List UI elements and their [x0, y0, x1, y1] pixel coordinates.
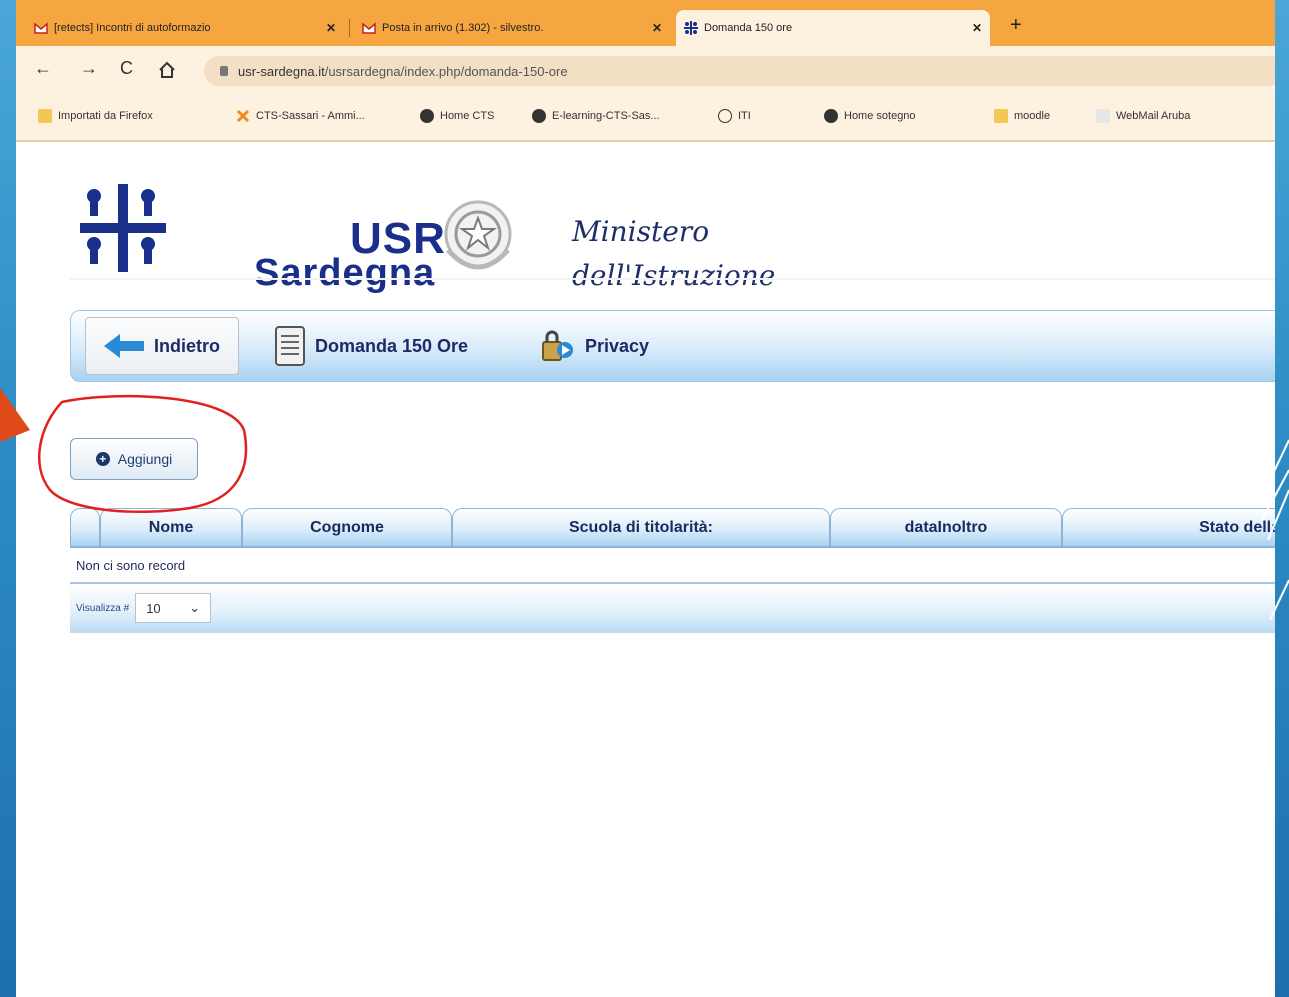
column-header-stato[interactable]: Stato della — [1062, 508, 1275, 546]
page-size-select[interactable]: 10 ⌄ — [135, 593, 212, 623]
url-host: usr-sardegna.it — [238, 63, 325, 79]
url-path: /usrsardegna/index.php/domanda-150-ore — [324, 63, 568, 79]
bookmark-label: Home CTS — [440, 110, 495, 122]
bookmark-label: moodle — [1014, 110, 1051, 122]
add-label: Aggiungi — [117, 451, 173, 467]
column-header-nome[interactable]: Nome — [100, 508, 242, 546]
page-size-value: 10 — [146, 600, 161, 616]
bookmark-moodle[interactable]: moodle — [994, 109, 1050, 123]
sardinia-cross-icon — [80, 184, 166, 272]
bookmark-label: CTS-Sassari - Ammi... — [256, 110, 365, 122]
ministry-line-2: dell'Istruzione — [572, 259, 776, 292]
header-divider — [70, 278, 1275, 280]
globe-icon — [824, 109, 838, 123]
forward-arrow-icon[interactable]: → — [80, 58, 98, 79]
bookmark-home-sotegno[interactable]: Home sotegno — [824, 109, 916, 123]
gmail-icon — [34, 22, 48, 34]
privacy-label: Privacy — [585, 335, 650, 356]
bookmark-label: E-learning-CTS-Sas... — [552, 110, 660, 122]
bookmark-label: Importati da Firefox — [58, 110, 153, 122]
grid-footer: Visualizza # 10 ⌄ — [70, 584, 1275, 633]
tab-label: Posta in arrivo (1.302) - silvestro. — [382, 22, 544, 34]
webmail-icon — [1096, 109, 1110, 123]
bookmark-label: WebMail Aruba — [1116, 110, 1191, 122]
document-icon — [275, 326, 305, 366]
page-content: USR Sardegna Ministero dell'Istruzione I… — [16, 142, 1275, 997]
page-size-label: Visualizza # — [76, 602, 130, 614]
column-header-cognome[interactable]: Cognome — [242, 508, 452, 546]
tab-posta[interactable]: Posta in arrivo (1.302) - silvestro. ✕ — [354, 10, 670, 46]
url-input[interactable]: usr-sardegna.it/usrsardegna/index.php/do… — [204, 56, 1275, 86]
add-button[interactable]: + Aggiungi — [70, 438, 198, 480]
ministry-name: Ministero dell'Istruzione — [572, 210, 775, 298]
lock-icon — [220, 66, 228, 76]
joomla-icon — [236, 109, 250, 123]
back-arrow-icon — [104, 334, 144, 358]
globe-icon — [532, 109, 546, 123]
tab-domanda[interactable]: Domanda 150 ore ✕ — [676, 10, 990, 46]
ministry-line-1: Ministero — [572, 215, 710, 248]
address-bar-row: ← → C usr-sardegna.it/usrsardegna/index.… — [16, 46, 1275, 96]
privacy-button[interactable]: Privacy — [539, 317, 649, 375]
home-icon[interactable] — [158, 61, 176, 79]
logo-sardegna-text: Sardegna — [254, 252, 436, 294]
bookmarks-bar: Importati da Firefox CTS-Sassari - Ammi.… — [16, 96, 1275, 142]
gmail-icon — [362, 22, 376, 34]
back-arrow-icon[interactable]: ← — [34, 58, 52, 79]
grid-header: Nome Cognome Scuola di titolarità: dataI… — [70, 508, 1275, 548]
tab-bar: [retects] Incontri di autoformazio ✕ Pos… — [16, 0, 1275, 46]
browser-window: [retects] Incontri di autoformazio ✕ Pos… — [16, 0, 1275, 997]
usr-favicon-icon — [684, 21, 698, 35]
bookmark-webmail[interactable]: WebMail Aruba — [1096, 109, 1190, 123]
site-logo: USR Sardegna Ministero dell'Istruzione — [80, 174, 775, 294]
bookmark-home-cts[interactable]: Home CTS — [420, 109, 494, 123]
empty-message: Non ci sono record — [70, 548, 1275, 584]
tab-retects[interactable]: [retects] Incontri di autoformazio ✕ — [26, 10, 344, 46]
folder-icon — [38, 109, 52, 123]
tab-label: Domanda 150 ore — [704, 22, 793, 34]
tab-separator — [349, 19, 350, 37]
bookmark-cts-sassari[interactable]: CTS-Sassari - Ammi... — [236, 109, 365, 123]
close-icon[interactable]: ✕ — [652, 21, 662, 35]
back-label: Indietro — [154, 335, 220, 356]
close-icon[interactable]: ✕ — [326, 21, 336, 35]
tab-label: [retects] Incontri di autoformazio — [54, 22, 211, 34]
bookmark-importati[interactable]: Importati da Firefox — [38, 109, 153, 123]
domanda-label: Domanda 150 Ore — [315, 335, 469, 356]
reload-icon[interactable]: C — [120, 58, 133, 79]
iti-icon — [718, 109, 732, 123]
bookmark-iti[interactable]: ITI — [718, 109, 751, 123]
plus-circle-icon: + — [95, 452, 110, 466]
column-header-datainoltro[interactable]: dataInoltro — [830, 508, 1062, 546]
privacy-icon — [542, 330, 573, 361]
select-column-header[interactable] — [70, 508, 100, 546]
bookmark-label: Home sotegno — [844, 110, 916, 122]
chevron-down-icon: ⌄ — [189, 600, 201, 615]
folder-icon — [994, 109, 1008, 123]
globe-icon — [420, 109, 434, 123]
page-toolbar: Indietro Domanda 150 Ore Privacy — [70, 310, 1275, 382]
close-icon[interactable]: ✕ — [972, 21, 982, 35]
new-tab-button[interactable]: + — [1010, 14, 1022, 37]
column-header-scuola[interactable]: Scuola di titolarità: — [452, 508, 830, 546]
bookmark-label: ITI — [738, 110, 751, 122]
domanda-button[interactable]: Domanda 150 Ore — [275, 317, 468, 375]
back-button[interactable]: Indietro — [85, 317, 239, 375]
records-grid: Nome Cognome Scuola di titolarità: dataI… — [70, 508, 1275, 633]
bookmark-elearning[interactable]: E-learning-CTS-Sas... — [532, 109, 660, 123]
italian-emblem-icon — [444, 200, 512, 270]
